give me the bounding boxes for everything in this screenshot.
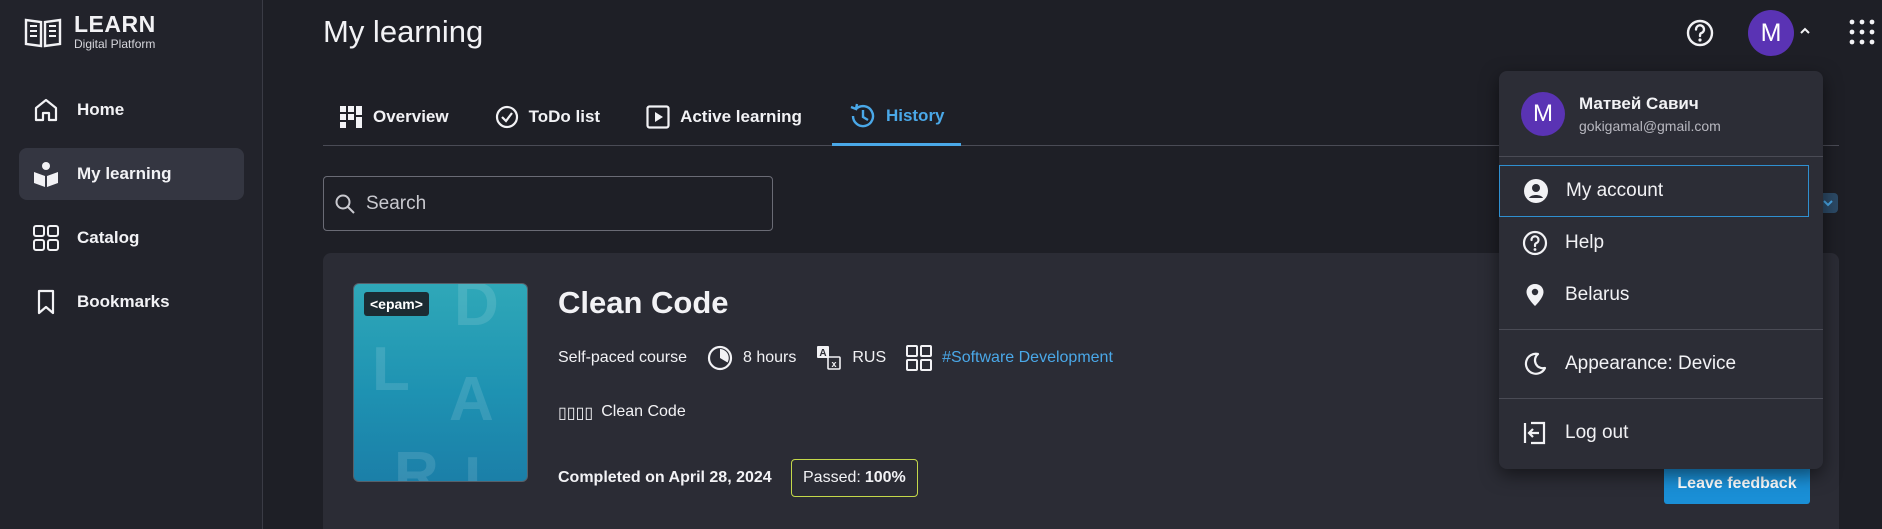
brand-subtitle: Digital Platform	[74, 37, 156, 51]
menu-divider	[1499, 398, 1823, 399]
completed-date: Completed on April 28, 2024	[558, 469, 772, 486]
menu-user-name: Матвей Савич	[1579, 93, 1699, 113]
clock-icon	[707, 345, 733, 371]
course-thumbnail[interactable]: D L A R L <epam>	[353, 283, 528, 482]
menu-item-logout[interactable]: Log out	[1499, 407, 1823, 459]
chevron-down-icon	[1823, 200, 1833, 207]
menu-item-appearance[interactable]: Appearance: Device	[1499, 338, 1823, 390]
grid-icon	[906, 345, 933, 371]
translate-icon: Ax	[817, 346, 842, 370]
menu-item-region[interactable]: Belarus	[1499, 269, 1823, 321]
page-title: My learning	[323, 14, 484, 49]
dashboard-icon	[340, 105, 362, 128]
menu-user-email: gokigamal@gmail.com	[1579, 117, 1721, 134]
passed-badge: Passed: 100%	[791, 459, 918, 497]
course-duration: 8 hours	[707, 345, 796, 371]
course-subtitle-glyphs: ▯▯▯▯	[558, 405, 594, 422]
sidebar-item-my-learning[interactable]: My learning	[19, 148, 244, 200]
tab-label: History	[885, 105, 945, 125]
course-type: Self-paced course	[558, 349, 687, 366]
search-box[interactable]	[323, 176, 773, 231]
sidebar-item-label: Catalog	[77, 228, 140, 247]
tab-active-learning[interactable]: Active learning	[630, 88, 818, 145]
course-subtitle-row: ▯▯▯▯ Clean Code	[558, 403, 686, 423]
bookmark-icon	[31, 287, 61, 317]
course-tag-link[interactable]: #Software Development	[942, 349, 1113, 367]
sidebar-item-label: My learning	[77, 164, 172, 183]
grid-icon	[31, 223, 61, 253]
tab-label: Overview	[373, 106, 449, 126]
sidebar-item-label: Bookmarks	[77, 292, 170, 311]
home-icon	[31, 95, 61, 125]
sidebar-nav: Home My learning Catalog Bookmarks	[19, 84, 244, 340]
apps-grid-icon[interactable]	[1848, 18, 1876, 46]
menu-item-help[interactable]: Help	[1499, 217, 1823, 269]
search-input[interactable]	[366, 192, 746, 215]
tab-history[interactable]: History	[831, 88, 961, 146]
course-tag: #Software Development	[906, 345, 1113, 371]
history-icon	[850, 103, 875, 127]
menu-user-info: M Матвей Савич gokigamal@gmail.com	[1499, 71, 1823, 157]
menu-item-my-account[interactable]: My account	[1499, 165, 1809, 217]
search-icon	[335, 194, 355, 214]
sidebar-item-bookmarks[interactable]: Bookmarks	[19, 276, 244, 328]
chevron-up-icon[interactable]	[1798, 24, 1812, 38]
account-icon	[1522, 177, 1550, 205]
tab-label: Active learning	[680, 106, 802, 126]
brand-logo[interactable]: LEARN Digital Platform	[24, 12, 156, 52]
user-menu: M Матвей Савич gokigamal@gmail.com My ac…	[1499, 71, 1823, 469]
learning-icon	[31, 159, 61, 189]
brand-title: LEARN	[74, 11, 156, 37]
tab-todo-list[interactable]: ToDo list	[479, 88, 616, 145]
logout-icon	[1521, 419, 1549, 447]
moon-icon	[1521, 350, 1549, 378]
help-button[interactable]	[1684, 17, 1716, 49]
course-subtitle: Clean Code	[601, 403, 686, 420]
sidebar-item-home[interactable]: Home	[19, 84, 244, 136]
location-icon	[1521, 281, 1549, 309]
avatar-button[interactable]: M	[1748, 10, 1794, 56]
menu-avatar: M	[1521, 91, 1565, 136]
course-meta: Self-paced course 8 hours Ax RUS #Softwa…	[558, 345, 1123, 371]
svg-text:x: x	[832, 359, 837, 369]
help-icon	[1686, 19, 1714, 47]
course-title[interactable]: Clean Code	[558, 285, 729, 321]
tab-label: ToDo list	[528, 106, 601, 126]
course-language: Ax RUS	[816, 345, 886, 371]
svg-text:A: A	[820, 348, 827, 359]
sidebar: LEARN Digital Platform Home My learning …	[0, 0, 263, 529]
help-icon	[1521, 229, 1549, 257]
leave-feedback-button[interactable]: Leave feedback	[1664, 464, 1810, 504]
epam-logo: <epam>	[364, 292, 429, 316]
play-icon	[646, 104, 670, 129]
check-circle-icon	[495, 105, 518, 128]
sidebar-item-label: Home	[77, 100, 125, 119]
menu-divider	[1499, 329, 1823, 330]
tab-overview[interactable]: Overview	[323, 88, 465, 145]
sidebar-item-catalog[interactable]: Catalog	[19, 212, 244, 264]
book-logo-icon	[24, 18, 62, 48]
